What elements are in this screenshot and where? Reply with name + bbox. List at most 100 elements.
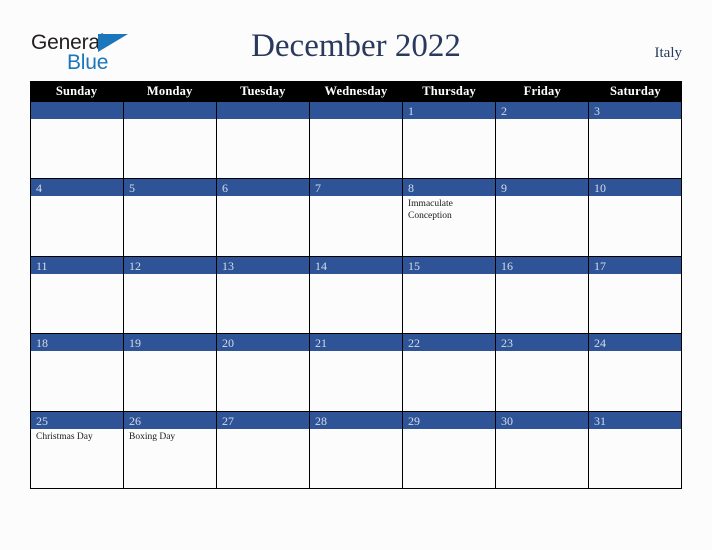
calendar-day-empty <box>31 102 124 179</box>
day-number: 25 <box>36 413 48 428</box>
day-number: 4 <box>36 181 42 196</box>
day-number: 31 <box>594 413 606 428</box>
calendar-day-28[interactable]: 28 <box>310 411 403 488</box>
day-number-bar: 17 <box>589 256 681 274</box>
day-of-week-wednesday: Wednesday <box>324 84 388 98</box>
calendar-page: General Blue December 2022 Italy Sunday M… <box>0 0 712 550</box>
day-number: 27 <box>222 413 234 428</box>
calendar-week-row: 1 2 3 <box>30 102 682 180</box>
calendar-day-13[interactable]: 13 <box>217 256 310 334</box>
day-number: 19 <box>129 336 141 351</box>
day-number: 30 <box>501 413 513 428</box>
calendar-day-10[interactable]: 10 <box>589 179 682 256</box>
day-number: 26 <box>129 413 141 428</box>
calendar-day-23[interactable]: 23 <box>496 334 589 411</box>
day-number: 18 <box>36 336 48 351</box>
calendar-day-4[interactable]: 4 <box>31 179 124 256</box>
calendar-day-16[interactable]: 16 <box>496 256 589 334</box>
calendar-weeks: 1 2 3 4 5 6 7 8 Immaculate Conception 9 10 11 12 13 14… <box>30 102 682 489</box>
calendar-day-9[interactable]: 9 <box>496 179 589 256</box>
day-of-week-tuesday: Tuesday <box>240 84 286 98</box>
day-number: 28 <box>315 413 327 428</box>
page-header: General Blue December 2022 Italy <box>0 0 712 81</box>
calendar-day-20[interactable]: 20 <box>217 334 310 411</box>
calendar-day-17[interactable]: 17 <box>589 256 682 334</box>
day-of-week-sunday: Sunday <box>55 84 98 98</box>
day-number: 14 <box>315 258 327 273</box>
day-number-bar: 12 <box>124 256 216 274</box>
day-number-bar: 24 <box>589 334 681 352</box>
holiday-label: Boxing Day <box>129 431 176 442</box>
day-number-bar <box>310 102 402 119</box>
calendar-day-3[interactable]: 3 <box>589 102 682 179</box>
day-number-bar: 19 <box>124 334 216 352</box>
day-number: 12 <box>129 258 141 273</box>
day-number: 22 <box>408 336 420 351</box>
calendar-day-27[interactable]: 27 <box>217 411 310 488</box>
day-number-bar: 13 <box>217 256 309 274</box>
day-number-bar: 1 <box>403 102 495 119</box>
calendar-day-12[interactable]: 12 <box>124 256 217 334</box>
day-of-week-header: Sunday Monday Tuesday Wednesday Thursday Frid… <box>30 81 682 102</box>
day-number-bar: 26 <box>124 411 216 429</box>
day-number: 20 <box>222 336 234 351</box>
day-number: 9 <box>501 181 507 196</box>
day-number: 2 <box>501 104 507 118</box>
day-number-bar <box>31 102 123 119</box>
calendar-day-21[interactable]: 21 <box>310 334 403 411</box>
day-number-bar: 14 <box>310 256 402 274</box>
calendar-day-22[interactable]: 22 <box>403 334 496 411</box>
day-number: 6 <box>222 181 228 196</box>
calendar-table: Sunday Monday Tuesday Wednesday Thursday Frid… <box>30 81 682 489</box>
day-number: 5 <box>129 181 135 196</box>
day-number-bar: 3 <box>589 102 681 119</box>
day-number-bar: 8 <box>403 179 495 197</box>
calendar-week-row: 18 19 20 21 22 23 24 <box>30 334 682 412</box>
calendar-day-24[interactable]: 24 <box>589 334 682 411</box>
day-number: 3 <box>594 104 600 118</box>
day-number-bar: 18 <box>31 334 123 352</box>
day-number: 23 <box>501 336 513 351</box>
day-number-bar: 31 <box>589 411 681 429</box>
calendar-week-row: 11 12 13 14 15 16 17 <box>30 256 682 335</box>
calendar-day-19[interactable]: 19 <box>124 334 217 411</box>
day-number-bar: 16 <box>496 256 588 274</box>
day-of-week-saturday: Saturday <box>609 84 661 98</box>
calendar-day-6[interactable]: 6 <box>217 179 310 256</box>
day-of-week-friday: Friday <box>523 84 561 98</box>
calendar-day-11[interactable]: 11 <box>31 256 124 334</box>
calendar-day-14[interactable]: 14 <box>310 256 403 334</box>
day-number-bar: 30 <box>496 411 588 429</box>
day-number-bar: 22 <box>403 334 495 352</box>
day-number-bar: 6 <box>217 179 309 197</box>
day-number: 1 <box>408 104 414 118</box>
day-number-bar: 20 <box>217 334 309 352</box>
day-number: 15 <box>408 258 420 273</box>
calendar-day-29[interactable]: 29 <box>403 411 496 488</box>
calendar-week-row: 4 5 6 7 8 Immaculate Conception 9 10 <box>30 179 682 257</box>
calendar-day-18[interactable]: 18 <box>31 334 124 411</box>
day-of-week-thursday: Thursday <box>422 84 476 98</box>
day-number: 7 <box>315 181 321 196</box>
day-number-bar: 9 <box>496 179 588 197</box>
day-number: 29 <box>408 413 420 428</box>
calendar-day-7[interactable]: 7 <box>310 179 403 256</box>
holiday-label: Immaculate Conception <box>408 199 453 221</box>
calendar-day-5[interactable]: 5 <box>124 179 217 256</box>
day-number-bar: 23 <box>496 334 588 352</box>
page-title: December 2022 <box>251 28 461 64</box>
day-number-bar: 25 <box>31 411 123 429</box>
calendar-day-2[interactable]: 2 <box>496 102 589 179</box>
calendar-day-31[interactable]: 31 <box>589 411 682 488</box>
calendar-day-15[interactable]: 15 <box>403 256 496 334</box>
day-number: 11 <box>36 258 48 273</box>
calendar-day-empty <box>124 102 217 179</box>
calendar-day-30[interactable]: 30 <box>496 411 589 488</box>
day-number-bar: 15 <box>403 256 495 274</box>
day-number: 16 <box>501 258 513 273</box>
holiday-label: Christmas Day <box>36 431 93 442</box>
calendar-day-25[interactable]: 25 Christmas Day <box>31 411 124 488</box>
calendar-day-8[interactable]: 8 Immaculate Conception <box>403 179 496 256</box>
calendar-day-1[interactable]: 1 <box>403 102 496 179</box>
calendar-day-26[interactable]: 26 Boxing Day <box>124 411 217 488</box>
